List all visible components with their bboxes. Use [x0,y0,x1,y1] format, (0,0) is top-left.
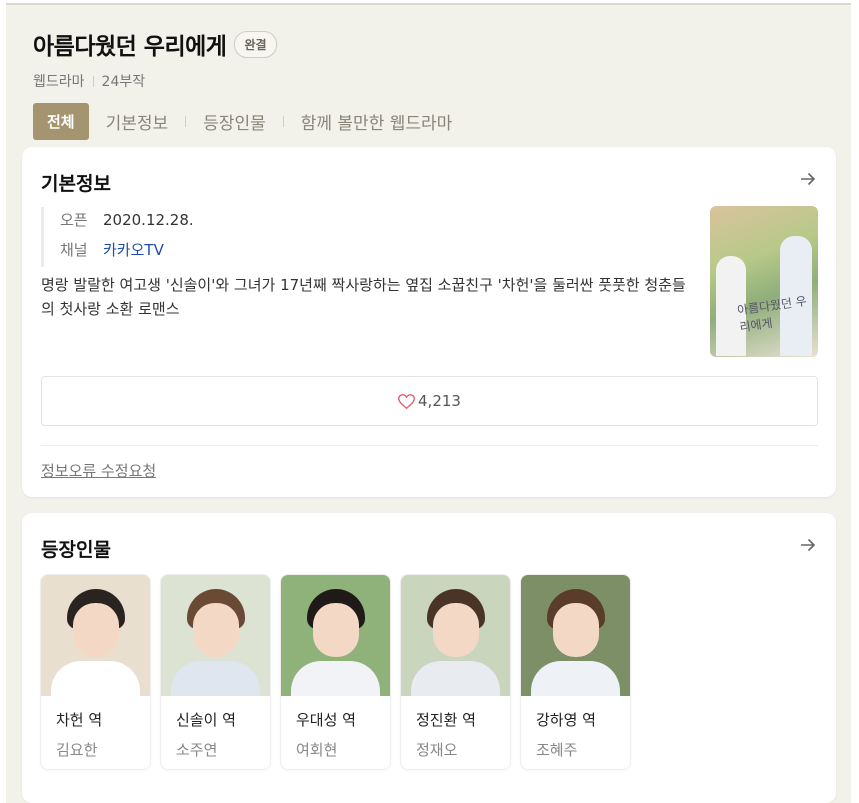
open-label: 오픈 [60,211,88,229]
like-count: 4,213 [418,392,461,410]
tab-all[interactable]: 전체 [33,103,89,140]
title-row: 아름다웠던 우리에게 완결 [33,27,831,61]
cast-actor: 조혜주 [536,741,578,759]
info-row-open: 오픈 2020.12.28. [60,207,194,237]
basic-info-title: 기본정보 [41,173,111,195]
tab-cast[interactable]: 등장인물 [203,109,266,134]
cast-member[interactable]: 신솔이 역 소주연 [161,575,270,769]
heart-icon [398,393,416,409]
cast-face [193,603,239,657]
cast-member[interactable]: 정진환 역 정재오 [401,575,510,769]
info-row-channel: 채널 카카오TV [60,237,194,267]
synopsis: 명랑 발랄한 여고생 '신솔이'와 그녀가 17년째 짝사랑하는 옆집 소꿉친구… [41,276,686,318]
cast-photo [281,575,390,696]
like-button[interactable]: 4,213 [41,376,818,426]
tab-bar: 전체 기본정보 등장인물 함께 볼만한 웹드라마 [33,103,831,140]
header: 아름다웠던 우리에게 완결 웹드라마 24부작 전체 기본정보 등장인물 함께 … [33,27,831,140]
cast-photo [161,575,270,696]
poster-image[interactable]: 아름다웠던 우리에게 [710,206,818,357]
cast-member[interactable]: 강하영 역 조혜주 [521,575,630,769]
cast-shirt [531,661,620,696]
cast-actor: 소주연 [176,741,218,759]
arrow-right-icon[interactable] [798,169,818,189]
open-value: 2020.12.28. [103,211,194,229]
tab-divider [185,116,187,127]
meta-divider [92,75,94,87]
cast-actor: 김요한 [56,741,98,759]
cast-member[interactable]: 차헌 역 김요한 [41,575,150,769]
cast-title: 등장인물 [41,539,111,561]
episodes-label: 24부작 [101,74,146,90]
cast-shirt [291,661,380,696]
page-title: 아름다웠던 우리에게 [33,34,227,60]
tab-divider [282,116,284,127]
cast-face [433,603,479,657]
tab-related[interactable]: 함께 볼만한 웹드라마 [301,109,453,134]
tab-basic-info[interactable]: 기본정보 [106,109,169,134]
cast-shirt [411,661,500,696]
channel-label: 채널 [60,241,88,259]
report-error-link[interactable]: 정보오류 수정요청 [41,460,156,481]
cast-photo [41,575,150,696]
cast-shirt [171,661,260,696]
genre-label: 웹드라마 [33,74,85,90]
cast-shirt [51,661,140,696]
page-frame: 아름다웠던 우리에게 완결 웹드라마 24부작 전체 기본정보 등장인물 함께 … [6,3,851,803]
cast-member[interactable]: 우대성 역 여회현 [281,575,390,769]
basic-info-card: 기본정보 오픈 2020.12.28. 채널 카카오TV 명랑 발랄한 여고생 … [22,147,836,497]
cast-face [553,603,599,657]
arrow-right-icon[interactable] [798,535,818,555]
cast-actor: 여회현 [296,741,338,759]
cast-role: 우대성 역 [296,711,356,729]
cast-role: 강하영 역 [536,711,596,729]
cast-role: 정진환 역 [416,711,476,729]
cast-face [313,603,359,657]
info-list: 오픈 2020.12.28. 채널 카카오TV [41,207,194,267]
cast-face [73,603,119,657]
cast-role: 차헌 역 [56,711,103,729]
meta-row: 웹드라마 24부작 [33,71,831,91]
cast-list: 차헌 역 김요한 신솔이 역 소주연 우대성 역 여회현 정진환 역 정재오 강… [41,575,641,769]
cast-actor: 정재오 [416,741,458,759]
cast-photo [401,575,510,696]
cast-role: 신솔이 역 [176,711,236,729]
status-badge: 완결 [234,30,277,58]
divider [41,445,818,446]
cast-card-section: 등장인물 차헌 역 김요한 신솔이 역 소주연 우대성 역 여회현 정진환 역 … [22,513,836,803]
channel-link[interactable]: 카카오TV [103,237,164,267]
cast-photo [521,575,630,696]
